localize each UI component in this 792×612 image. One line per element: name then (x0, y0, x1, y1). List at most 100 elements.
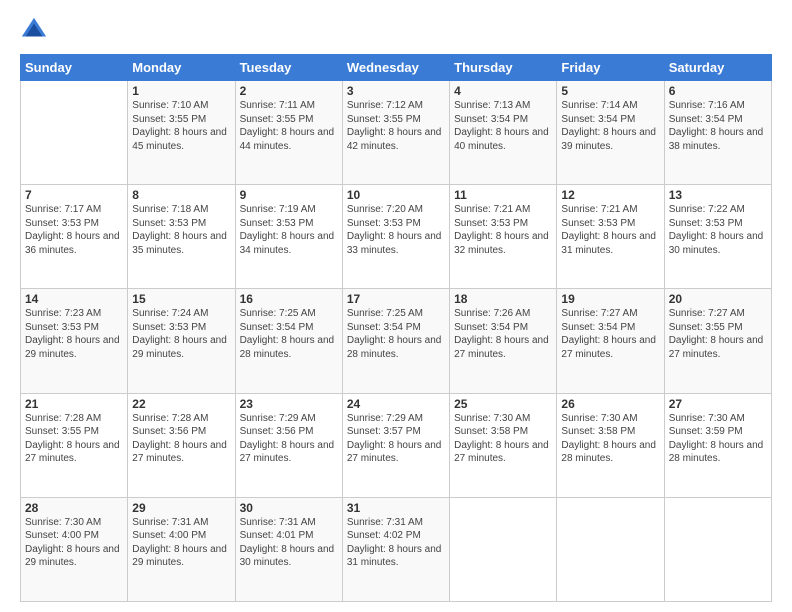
calendar-cell: 18Sunrise: 7:26 AMSunset: 3:54 PMDayligh… (450, 289, 557, 393)
calendar-cell: 17Sunrise: 7:25 AMSunset: 3:54 PMDayligh… (342, 289, 449, 393)
calendar-cell: 16Sunrise: 7:25 AMSunset: 3:54 PMDayligh… (235, 289, 342, 393)
day-info: Sunrise: 7:30 AMSunset: 3:59 PMDaylight:… (669, 412, 767, 466)
calendar-week-row: 28Sunrise: 7:30 AMSunset: 4:00 PMDayligh… (21, 497, 772, 601)
day-info: Sunrise: 7:31 AMSunset: 4:02 PMDaylight:… (347, 516, 445, 570)
day-header-monday: Monday (128, 55, 235, 81)
calendar-cell: 5Sunrise: 7:14 AMSunset: 3:54 PMDaylight… (557, 81, 664, 185)
day-info: Sunrise: 7:26 AMSunset: 3:54 PMDaylight:… (454, 307, 552, 361)
day-number: 3 (347, 84, 445, 98)
calendar-cell: 6Sunrise: 7:16 AMSunset: 3:54 PMDaylight… (664, 81, 771, 185)
calendar-cell (21, 81, 128, 185)
day-info: Sunrise: 7:30 AMSunset: 4:00 PMDaylight:… (25, 516, 123, 570)
day-number: 19 (561, 292, 659, 306)
calendar-cell: 11Sunrise: 7:21 AMSunset: 3:53 PMDayligh… (450, 185, 557, 289)
day-info: Sunrise: 7:21 AMSunset: 3:53 PMDaylight:… (561, 203, 659, 257)
header (20, 16, 772, 44)
day-info: Sunrise: 7:17 AMSunset: 3:53 PMDaylight:… (25, 203, 123, 257)
day-info: Sunrise: 7:21 AMSunset: 3:53 PMDaylight:… (454, 203, 552, 257)
day-number: 11 (454, 188, 552, 202)
day-header-sunday: Sunday (21, 55, 128, 81)
day-number: 26 (561, 397, 659, 411)
day-info: Sunrise: 7:11 AMSunset: 3:55 PMDaylight:… (240, 99, 338, 153)
day-info: Sunrise: 7:25 AMSunset: 3:54 PMDaylight:… (240, 307, 338, 361)
day-info: Sunrise: 7:28 AMSunset: 3:56 PMDaylight:… (132, 412, 230, 466)
day-info: Sunrise: 7:23 AMSunset: 3:53 PMDaylight:… (25, 307, 123, 361)
calendar-cell: 10Sunrise: 7:20 AMSunset: 3:53 PMDayligh… (342, 185, 449, 289)
day-number: 12 (561, 188, 659, 202)
calendar-cell: 12Sunrise: 7:21 AMSunset: 3:53 PMDayligh… (557, 185, 664, 289)
calendar-week-row: 14Sunrise: 7:23 AMSunset: 3:53 PMDayligh… (21, 289, 772, 393)
calendar-cell: 19Sunrise: 7:27 AMSunset: 3:54 PMDayligh… (557, 289, 664, 393)
day-number: 29 (132, 501, 230, 515)
day-info: Sunrise: 7:31 AMSunset: 4:00 PMDaylight:… (132, 516, 230, 570)
day-info: Sunrise: 7:22 AMSunset: 3:53 PMDaylight:… (669, 203, 767, 257)
calendar-cell: 30Sunrise: 7:31 AMSunset: 4:01 PMDayligh… (235, 497, 342, 601)
calendar-cell: 4Sunrise: 7:13 AMSunset: 3:54 PMDaylight… (450, 81, 557, 185)
calendar-cell: 13Sunrise: 7:22 AMSunset: 3:53 PMDayligh… (664, 185, 771, 289)
day-info: Sunrise: 7:13 AMSunset: 3:54 PMDaylight:… (454, 99, 552, 153)
day-number: 28 (25, 501, 123, 515)
day-number: 1 (132, 84, 230, 98)
calendar-cell: 28Sunrise: 7:30 AMSunset: 4:00 PMDayligh… (21, 497, 128, 601)
calendar-cell: 20Sunrise: 7:27 AMSunset: 3:55 PMDayligh… (664, 289, 771, 393)
calendar-cell: 14Sunrise: 7:23 AMSunset: 3:53 PMDayligh… (21, 289, 128, 393)
calendar-cell: 27Sunrise: 7:30 AMSunset: 3:59 PMDayligh… (664, 393, 771, 497)
calendar-cell: 24Sunrise: 7:29 AMSunset: 3:57 PMDayligh… (342, 393, 449, 497)
calendar-cell (664, 497, 771, 601)
day-info: Sunrise: 7:27 AMSunset: 3:54 PMDaylight:… (561, 307, 659, 361)
day-number: 2 (240, 84, 338, 98)
day-number: 8 (132, 188, 230, 202)
day-info: Sunrise: 7:30 AMSunset: 3:58 PMDaylight:… (561, 412, 659, 466)
day-header-tuesday: Tuesday (235, 55, 342, 81)
calendar-cell: 9Sunrise: 7:19 AMSunset: 3:53 PMDaylight… (235, 185, 342, 289)
day-info: Sunrise: 7:20 AMSunset: 3:53 PMDaylight:… (347, 203, 445, 257)
day-number: 15 (132, 292, 230, 306)
day-info: Sunrise: 7:31 AMSunset: 4:01 PMDaylight:… (240, 516, 338, 570)
calendar-cell (450, 497, 557, 601)
calendar-cell: 26Sunrise: 7:30 AMSunset: 3:58 PMDayligh… (557, 393, 664, 497)
day-header-thursday: Thursday (450, 55, 557, 81)
calendar-cell: 3Sunrise: 7:12 AMSunset: 3:55 PMDaylight… (342, 81, 449, 185)
day-number: 7 (25, 188, 123, 202)
calendar-week-row: 7Sunrise: 7:17 AMSunset: 3:53 PMDaylight… (21, 185, 772, 289)
calendar-cell: 23Sunrise: 7:29 AMSunset: 3:56 PMDayligh… (235, 393, 342, 497)
day-info: Sunrise: 7:29 AMSunset: 3:56 PMDaylight:… (240, 412, 338, 466)
logo-icon (20, 16, 48, 44)
day-number: 16 (240, 292, 338, 306)
day-number: 4 (454, 84, 552, 98)
day-number: 9 (240, 188, 338, 202)
day-header-friday: Friday (557, 55, 664, 81)
day-info: Sunrise: 7:18 AMSunset: 3:53 PMDaylight:… (132, 203, 230, 257)
day-number: 27 (669, 397, 767, 411)
day-info: Sunrise: 7:12 AMSunset: 3:55 PMDaylight:… (347, 99, 445, 153)
calendar-cell: 2Sunrise: 7:11 AMSunset: 3:55 PMDaylight… (235, 81, 342, 185)
day-info: Sunrise: 7:29 AMSunset: 3:57 PMDaylight:… (347, 412, 445, 466)
day-number: 30 (240, 501, 338, 515)
day-info: Sunrise: 7:30 AMSunset: 3:58 PMDaylight:… (454, 412, 552, 466)
day-info: Sunrise: 7:14 AMSunset: 3:54 PMDaylight:… (561, 99, 659, 153)
day-number: 13 (669, 188, 767, 202)
day-number: 18 (454, 292, 552, 306)
day-info: Sunrise: 7:28 AMSunset: 3:55 PMDaylight:… (25, 412, 123, 466)
calendar-cell: 31Sunrise: 7:31 AMSunset: 4:02 PMDayligh… (342, 497, 449, 601)
day-number: 31 (347, 501, 445, 515)
logo (20, 16, 50, 44)
day-number: 23 (240, 397, 338, 411)
calendar-week-row: 21Sunrise: 7:28 AMSunset: 3:55 PMDayligh… (21, 393, 772, 497)
day-info: Sunrise: 7:27 AMSunset: 3:55 PMDaylight:… (669, 307, 767, 361)
day-info: Sunrise: 7:19 AMSunset: 3:53 PMDaylight:… (240, 203, 338, 257)
calendar-cell: 1Sunrise: 7:10 AMSunset: 3:55 PMDaylight… (128, 81, 235, 185)
calendar-cell: 25Sunrise: 7:30 AMSunset: 3:58 PMDayligh… (450, 393, 557, 497)
calendar-header-row: SundayMondayTuesdayWednesdayThursdayFrid… (21, 55, 772, 81)
day-info: Sunrise: 7:16 AMSunset: 3:54 PMDaylight:… (669, 99, 767, 153)
day-number: 6 (669, 84, 767, 98)
day-number: 14 (25, 292, 123, 306)
day-number: 10 (347, 188, 445, 202)
day-number: 21 (25, 397, 123, 411)
day-number: 20 (669, 292, 767, 306)
day-number: 5 (561, 84, 659, 98)
day-header-saturday: Saturday (664, 55, 771, 81)
day-number: 24 (347, 397, 445, 411)
calendar-table: SundayMondayTuesdayWednesdayThursdayFrid… (20, 54, 772, 602)
day-info: Sunrise: 7:10 AMSunset: 3:55 PMDaylight:… (132, 99, 230, 153)
